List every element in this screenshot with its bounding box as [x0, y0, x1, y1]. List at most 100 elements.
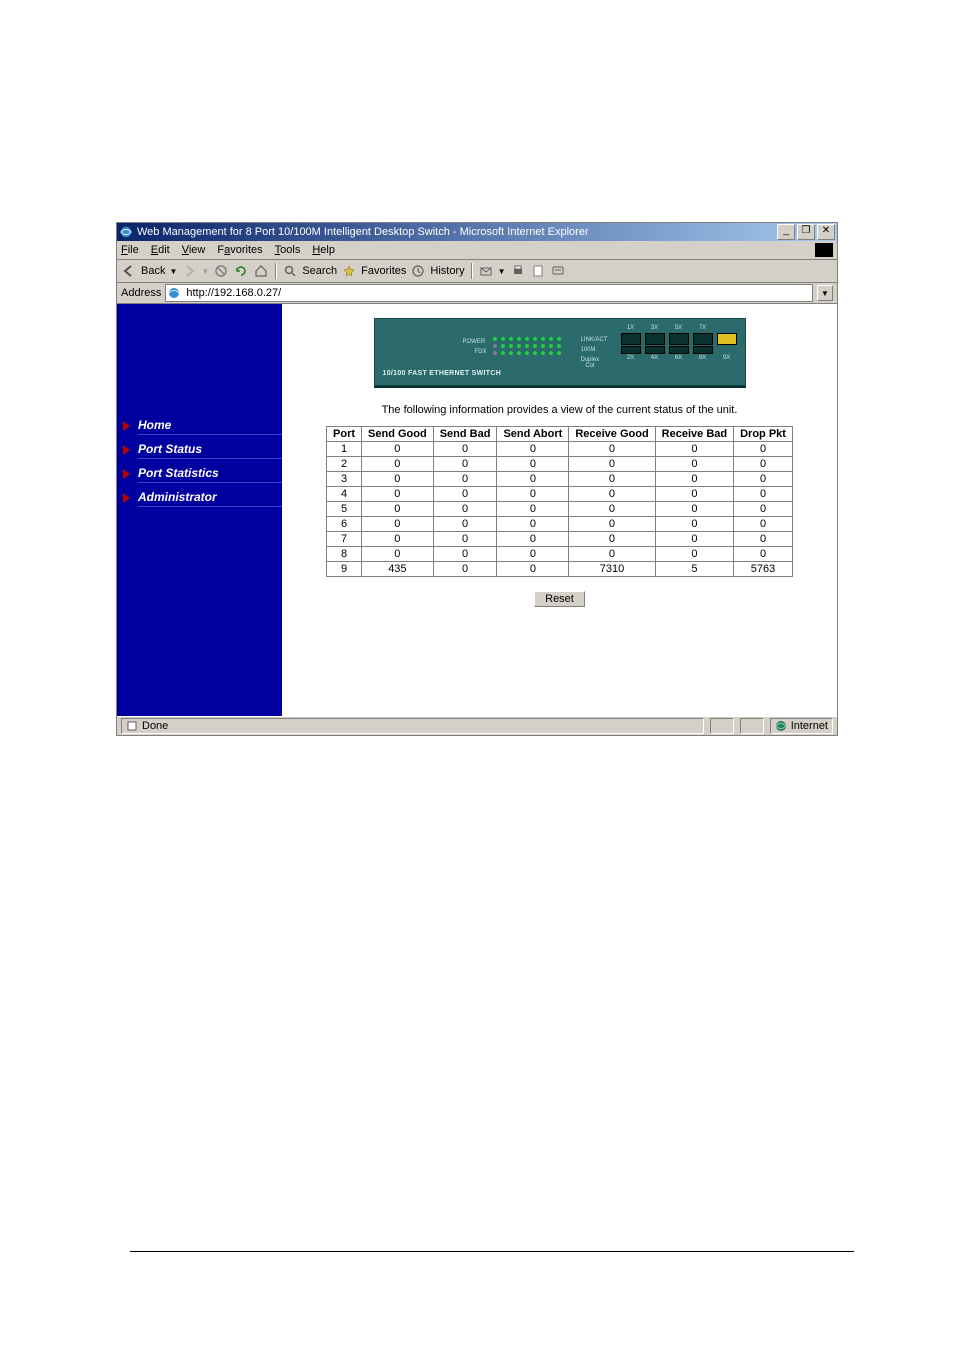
cell-drop_pkt: 0: [734, 487, 793, 502]
cell-send_good: 0: [362, 457, 434, 472]
addressbar: Address ▼: [117, 283, 837, 304]
menubar: File Edit View Favorites Tools Help: [117, 241, 837, 260]
cell-recv_good: 0: [569, 457, 655, 472]
discuss-icon[interactable]: [550, 263, 566, 279]
address-dropdown-icon[interactable]: ▼: [817, 285, 833, 301]
forward-icon[interactable]: [181, 263, 197, 279]
mail-dropdown-icon[interactable]: ▼: [498, 267, 506, 276]
cell-port: 3: [327, 472, 362, 487]
back-icon[interactable]: [121, 263, 137, 279]
zone-pane: Internet: [770, 718, 833, 734]
cell-port: 6: [327, 517, 362, 532]
cell-send_good: 0: [362, 517, 434, 532]
print-icon[interactable]: [510, 263, 526, 279]
cell-drop_pkt: 5763: [734, 562, 793, 577]
sidebar: Home Port Status Port Statistics Adminis…: [117, 304, 282, 716]
cell-send_good: 0: [362, 487, 434, 502]
cell-drop_pkt: 0: [734, 547, 793, 562]
forward-dropdown-icon[interactable]: ▼: [201, 267, 209, 276]
cell-send_bad: 0: [433, 457, 497, 472]
table-row: 3000000: [327, 472, 793, 487]
refresh-icon[interactable]: [233, 263, 249, 279]
minimize-button[interactable]: _: [777, 224, 795, 240]
toolbar: Back ▼ ▼ Search Favorites: [117, 260, 837, 283]
table-row: 5000000: [327, 502, 793, 517]
windows-flag-icon: [815, 243, 833, 257]
cell-send_good: 0: [362, 442, 434, 457]
col-port: Port: [327, 427, 362, 442]
arrow-icon: [123, 493, 130, 503]
col-send-bad: Send Bad: [433, 427, 497, 442]
statusbar: Done Internet: [117, 716, 837, 735]
stop-icon[interactable]: [213, 263, 229, 279]
arrow-icon: [123, 469, 130, 479]
close-button[interactable]: ✕: [817, 224, 835, 240]
ie-icon: [119, 225, 133, 239]
device-image: 10/100 FAST ETHERNET SWITCH POWER FDX LI…: [374, 318, 746, 386]
menu-file[interactable]: File: [121, 244, 139, 256]
menu-view[interactable]: View: [182, 244, 206, 256]
page-content: Home Port Status Port Statistics Adminis…: [117, 304, 837, 716]
cell-send_abort: 0: [497, 532, 569, 547]
favorites-icon[interactable]: [341, 263, 357, 279]
search-button[interactable]: Search: [302, 265, 337, 277]
maximize-button[interactable]: ❐: [797, 224, 815, 240]
cell-recv_bad: 0: [655, 442, 733, 457]
cell-send_bad: 0: [433, 442, 497, 457]
cell-send_good: 0: [362, 472, 434, 487]
cell-send_abort: 0: [497, 547, 569, 562]
sidebar-item-home[interactable]: Home: [117, 414, 282, 438]
cell-send_good: 435: [362, 562, 434, 577]
cell-drop_pkt: 0: [734, 502, 793, 517]
edit-icon[interactable]: [530, 263, 546, 279]
cell-send_good: 0: [362, 547, 434, 562]
address-field[interactable]: [165, 284, 813, 302]
cell-drop_pkt: 0: [734, 472, 793, 487]
sidebar-item-label: Port Status: [138, 442, 282, 459]
menu-edit[interactable]: Edit: [151, 244, 170, 256]
history-button[interactable]: History: [430, 265, 464, 277]
table-header-row: Port Send Good Send Bad Send Abort Recei…: [327, 427, 793, 442]
cell-send_abort: 0: [497, 562, 569, 577]
address-input[interactable]: [184, 286, 810, 300]
reset-button[interactable]: Reset: [534, 591, 585, 607]
table-row: 1000000: [327, 442, 793, 457]
cell-drop_pkt: 0: [734, 457, 793, 472]
cell-port: 8: [327, 547, 362, 562]
back-button[interactable]: Back: [141, 265, 165, 277]
cell-port: 7: [327, 532, 362, 547]
sidebar-item-administrator[interactable]: Administrator: [117, 486, 282, 510]
cell-port: 1: [327, 442, 362, 457]
sidebar-item-port-status[interactable]: Port Status: [117, 438, 282, 462]
footer-divider: [130, 1251, 854, 1252]
history-icon[interactable]: [410, 263, 426, 279]
cell-recv_bad: 0: [655, 502, 733, 517]
titlebar: Web Management for 8 Port 10/100M Intell…: [117, 223, 837, 241]
cell-send_abort: 0: [497, 517, 569, 532]
cell-port: 5: [327, 502, 362, 517]
cell-send_good: 0: [362, 532, 434, 547]
menu-tools[interactable]: Tools: [275, 244, 301, 256]
cell-drop_pkt: 0: [734, 517, 793, 532]
table-row: 6000000: [327, 517, 793, 532]
cell-send_bad: 0: [433, 547, 497, 562]
sidebar-item-port-statistics[interactable]: Port Statistics: [117, 462, 282, 486]
home-icon[interactable]: [253, 263, 269, 279]
cell-recv_good: 0: [569, 442, 655, 457]
cell-send_good: 0: [362, 502, 434, 517]
status-text: Done: [142, 720, 168, 732]
cell-recv_bad: 0: [655, 487, 733, 502]
cell-send_abort: 0: [497, 442, 569, 457]
port-jacks: 1X2X 3X4X 5X6X 7X8X 9X: [621, 325, 737, 362]
favorites-button[interactable]: Favorites: [361, 265, 406, 277]
menu-help[interactable]: Help: [312, 244, 335, 256]
mail-icon[interactable]: [478, 263, 494, 279]
back-dropdown-icon[interactable]: ▼: [169, 267, 177, 276]
menu-favorites[interactable]: Favorites: [217, 244, 262, 256]
zone-text: Internet: [791, 720, 828, 732]
internet-zone-icon: [775, 720, 787, 732]
status-text-pane: Done: [121, 718, 704, 734]
search-icon[interactable]: [282, 263, 298, 279]
cell-send_bad: 0: [433, 487, 497, 502]
cell-recv_good: 7310: [569, 562, 655, 577]
